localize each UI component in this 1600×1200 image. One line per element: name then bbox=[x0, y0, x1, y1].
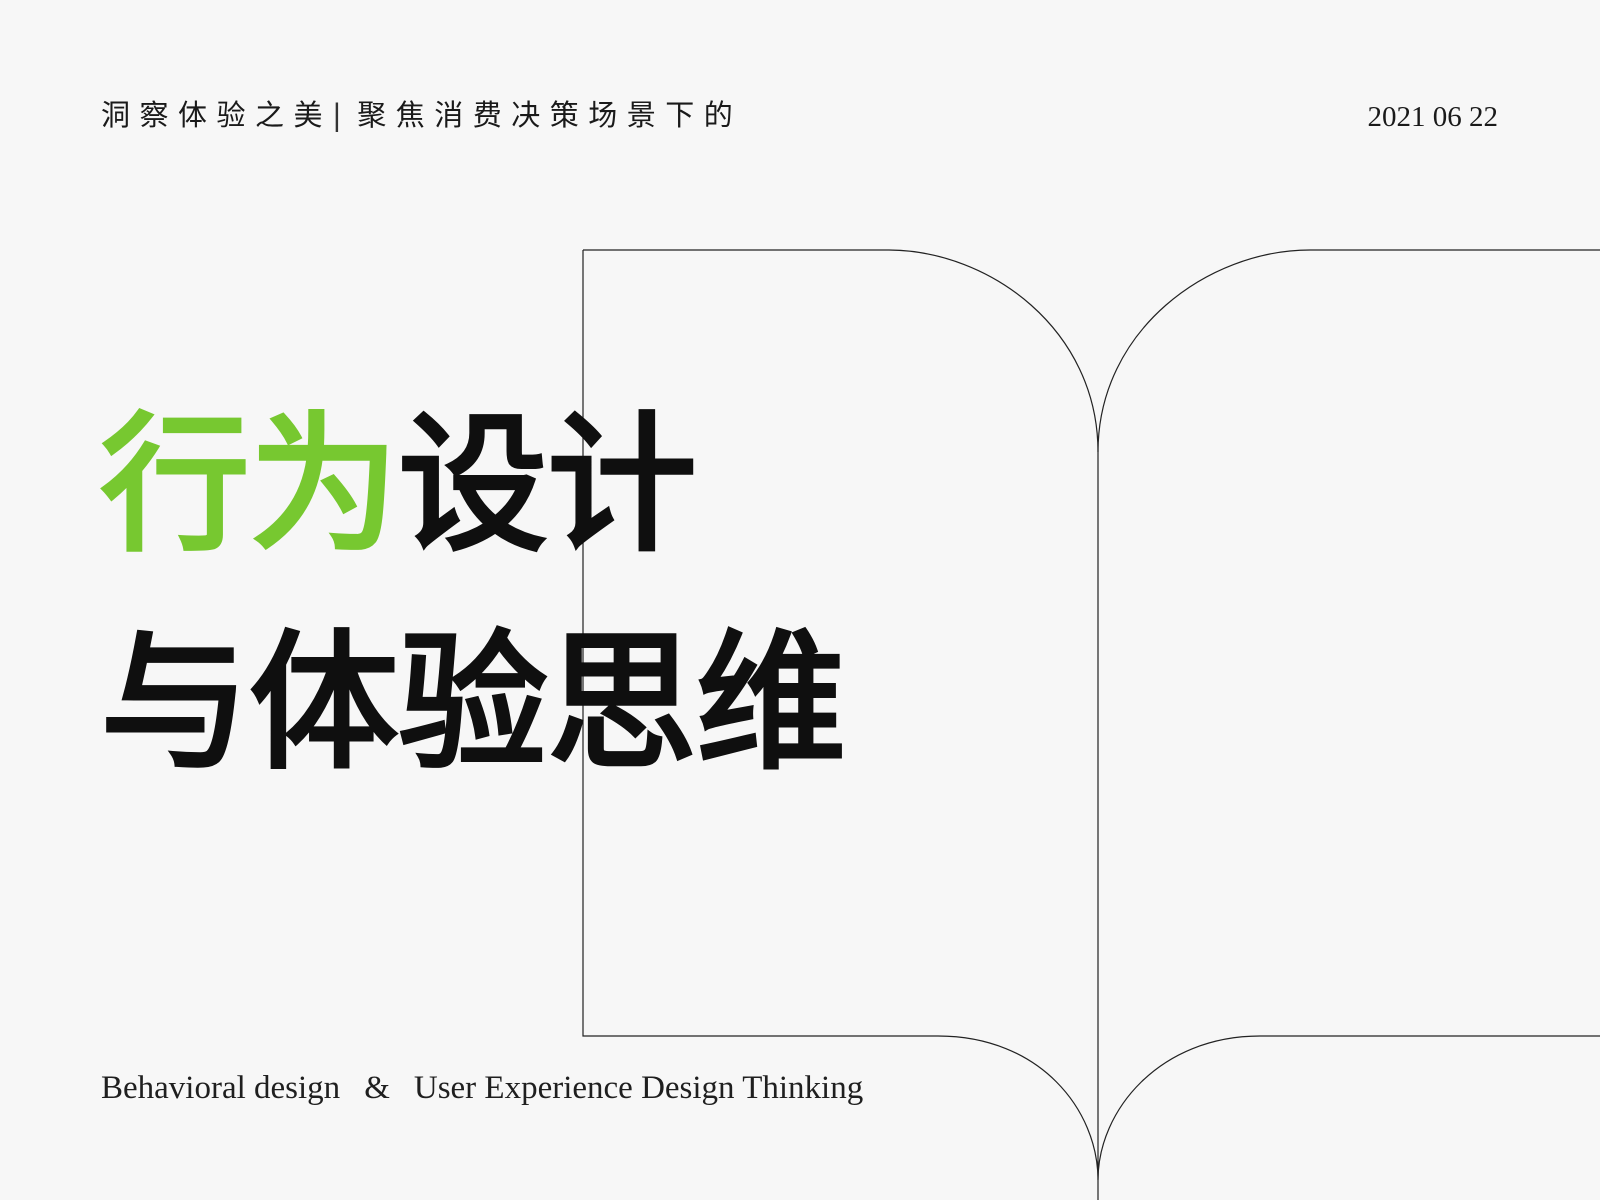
title-line-1: 行为设计 bbox=[100, 410, 845, 560]
title-line-1-rest: 设计 bbox=[398, 397, 697, 573]
title-accent: 行为 bbox=[100, 397, 399, 573]
title-line-2: 与体验思维 bbox=[100, 615, 846, 791]
cover-page: 洞察体验之美| 聚焦消费决策场景下的 2021 06 22 行为设计 与体验思维 … bbox=[0, 0, 1600, 1200]
main-title: 行为设计 与体验思维 bbox=[100, 410, 846, 791]
right-frame-outline bbox=[1097, 249, 1600, 1181]
